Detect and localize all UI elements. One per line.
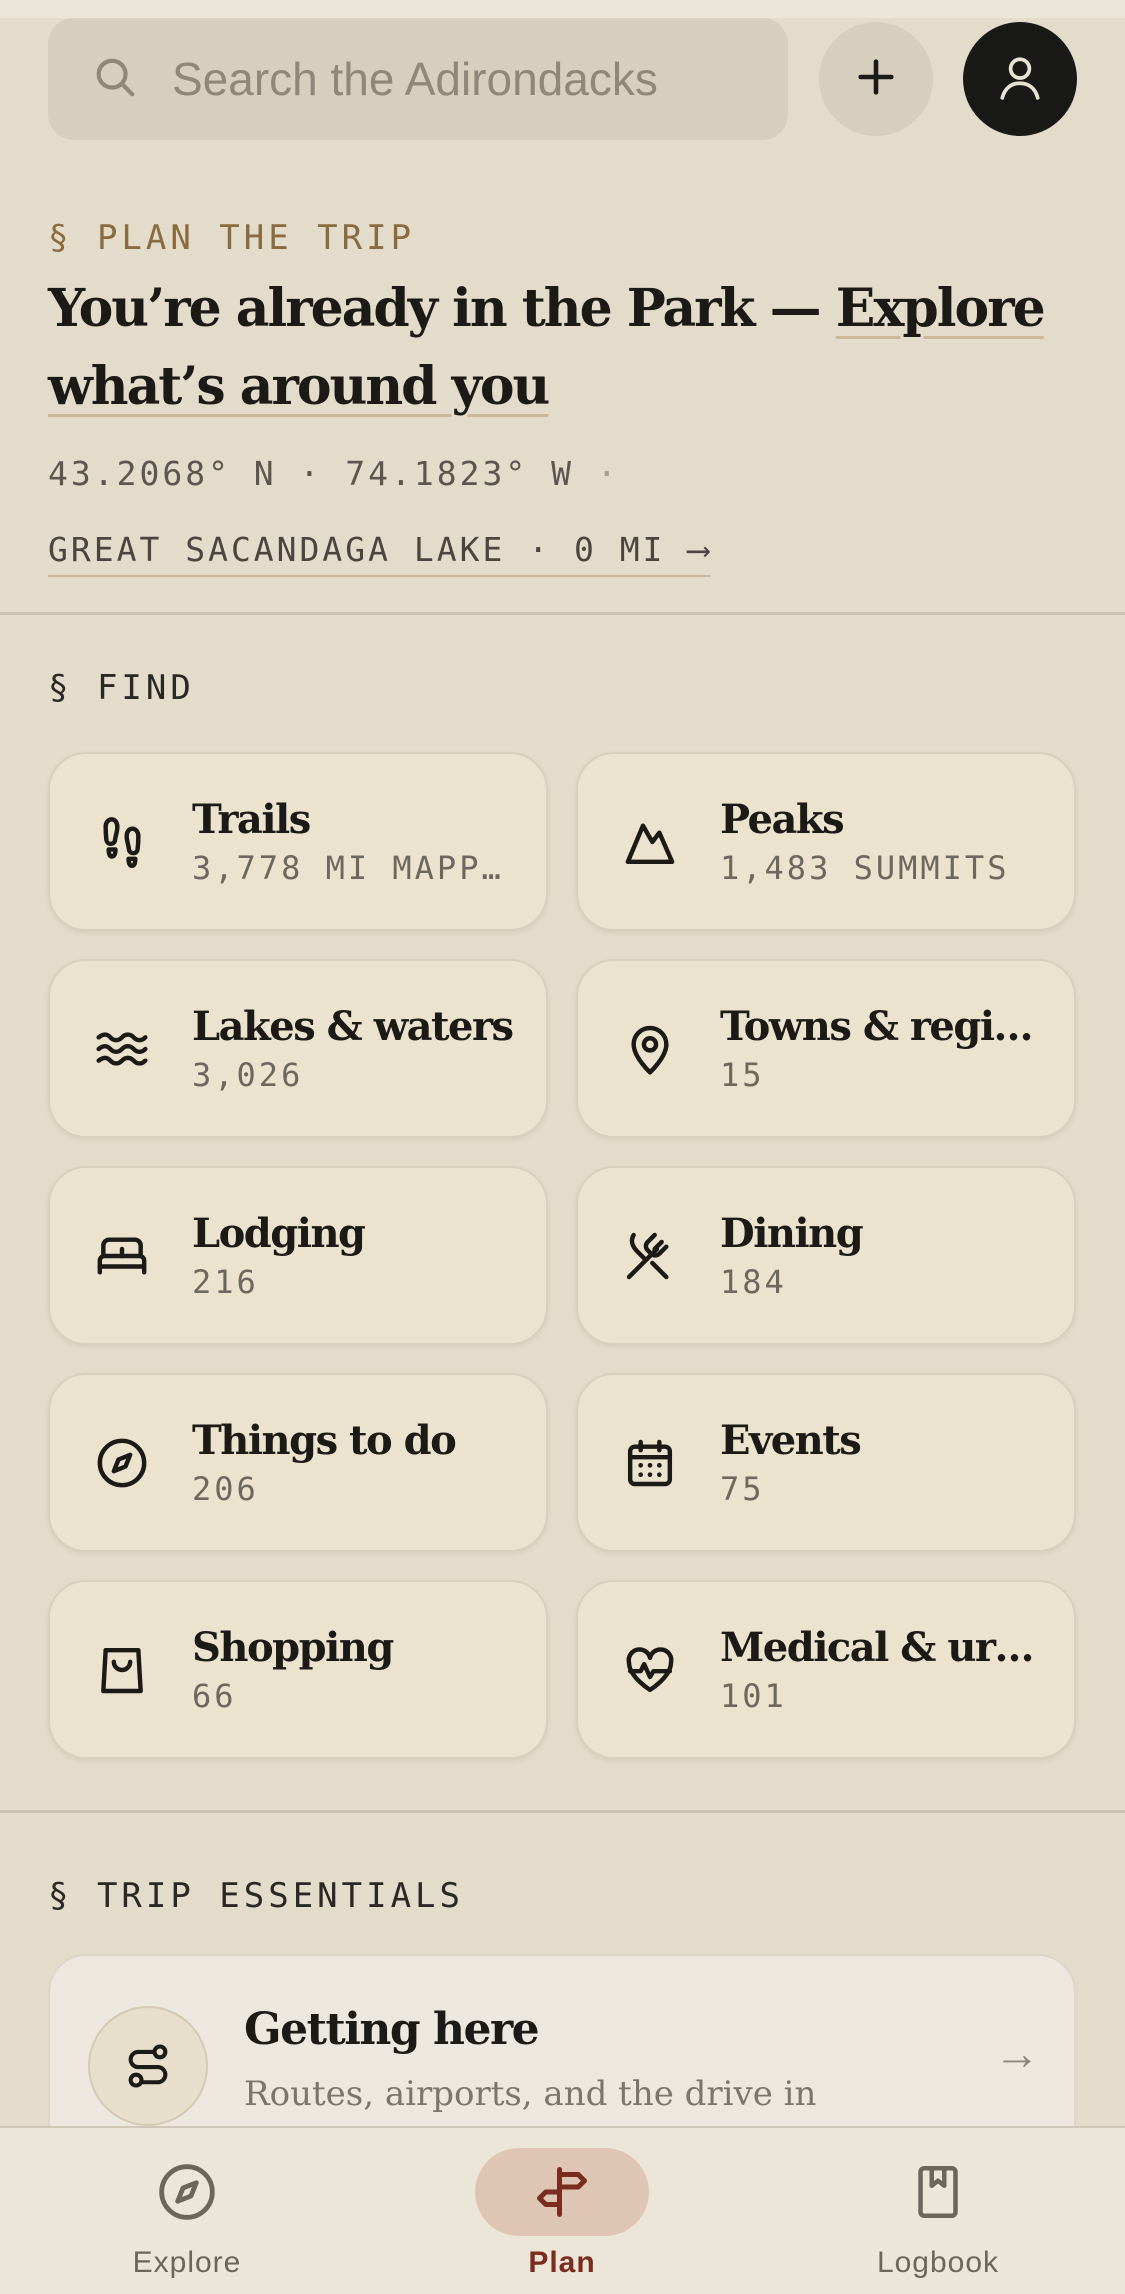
category-count: 3,026 (192, 1056, 304, 1094)
profile-button[interactable] (963, 22, 1077, 136)
footprints-icon (94, 814, 150, 870)
compass-icon (94, 1435, 150, 1491)
category-count: 101 (720, 1677, 787, 1715)
bottom-nav: Explore Plan Logbook (0, 2126, 1125, 2294)
category-title: Peaks (720, 796, 845, 843)
category-title: Events (720, 1417, 862, 1464)
category-card-medical[interactable]: Medical & urgent care 101 (576, 1580, 1076, 1759)
nav-label: Plan (528, 2246, 596, 2279)
coordinates-readout: 43.2068° N · 74.1823° W · (48, 454, 620, 493)
search-input[interactable]: Search the Adirondacks (172, 52, 658, 106)
essentials-kicker: § TRIP ESSENTIALS (48, 1876, 464, 1916)
user-icon (995, 52, 1045, 107)
category-card-towns[interactable]: Towns & regions 15 (576, 959, 1076, 1138)
coord-separator: · (276, 454, 346, 493)
nav-label: Logbook (876, 2246, 1000, 2279)
category-grid: Trails 3,778 MI MAPPED Peaks 1,483 SUMMI… (48, 752, 1076, 1759)
category-card-things-to-do[interactable]: Things to do 206 (48, 1373, 548, 1552)
category-title: Lodging (192, 1210, 366, 1257)
coord-trailing-dot: · (573, 454, 620, 493)
headline-lead: You’re already in the Park — (48, 278, 836, 339)
category-title: Trails (192, 796, 311, 843)
category-count: 66 (192, 1677, 237, 1715)
status-strip (0, 0, 1125, 18)
category-count: 184 (720, 1263, 787, 1301)
nav-item-logbook[interactable]: Logbook (788, 2128, 1088, 2294)
category-count: 216 (192, 1263, 259, 1301)
map-pin-icon (622, 1021, 678, 1077)
search-icon (92, 54, 138, 105)
category-title: Lakes & waters (192, 1003, 514, 1050)
category-card-lakes[interactable]: Lakes & waters 3,026 (48, 959, 548, 1138)
bed-icon (94, 1228, 150, 1284)
essential-subtitle: Routes, airports, and the drive in (244, 2074, 817, 2114)
waves-icon (94, 1021, 150, 1077)
category-count: 1,483 SUMMITS (720, 849, 1010, 887)
category-card-peaks[interactable]: Peaks 1,483 SUMMITS (576, 752, 1076, 931)
category-card-events[interactable]: Events 75 (576, 1373, 1076, 1552)
latitude: 43.2068° N (48, 454, 277, 493)
category-count: 75 (720, 1470, 765, 1508)
category-title: Medical & urgent care (720, 1624, 1050, 1671)
category-title: Shopping (192, 1624, 394, 1671)
signpost-icon (475, 2148, 649, 2236)
route-icon (88, 2006, 208, 2126)
category-count: 206 (192, 1470, 259, 1508)
category-card-trails[interactable]: Trails 3,778 MI MAPPED (48, 752, 548, 931)
bookmark-book-icon (851, 2148, 1025, 2236)
nav-label: Explore (132, 2246, 242, 2279)
section-divider (0, 1810, 1125, 1813)
nav-item-explore[interactable]: Explore (37, 2128, 337, 2294)
nav-item-plan[interactable]: Plan (412, 2128, 712, 2294)
category-card-lodging[interactable]: Lodging 216 (48, 1166, 548, 1345)
compass-icon (100, 2148, 274, 2236)
shopping-bag-icon (94, 1642, 150, 1698)
nearby-place-link[interactable]: GREAT SACANDAGA LAKE · 0 MI ⟶ (48, 530, 712, 577)
essential-title: Getting here (244, 2004, 540, 2055)
category-count: 3,778 MI MAPPED (192, 849, 522, 887)
category-title: Towns & regions (720, 1003, 1050, 1050)
find-kicker: § FIND (48, 668, 195, 708)
utensils-icon (622, 1228, 678, 1284)
heart-pulse-icon (622, 1642, 678, 1698)
longitude: 74.1823° W (345, 454, 574, 493)
category-count: 15 (720, 1056, 765, 1094)
category-title: Things to do (192, 1417, 457, 1464)
category-card-dining[interactable]: Dining 184 (576, 1166, 1076, 1345)
plus-icon (853, 54, 899, 105)
plan-kicker: § PLAN THE TRIP (48, 218, 416, 258)
add-button[interactable] (819, 22, 933, 136)
calendar-icon (622, 1435, 678, 1491)
category-title: Dining (720, 1210, 864, 1257)
section-divider (0, 612, 1125, 615)
category-card-shopping[interactable]: Shopping 66 (48, 1580, 548, 1759)
arrow-right-icon: → (994, 2027, 1040, 2079)
page-headline: You’re already in the Park — Explore wha… (48, 270, 1088, 426)
search-bar[interactable]: Search the Adirondacks (48, 18, 788, 140)
mountain-icon (622, 814, 678, 870)
